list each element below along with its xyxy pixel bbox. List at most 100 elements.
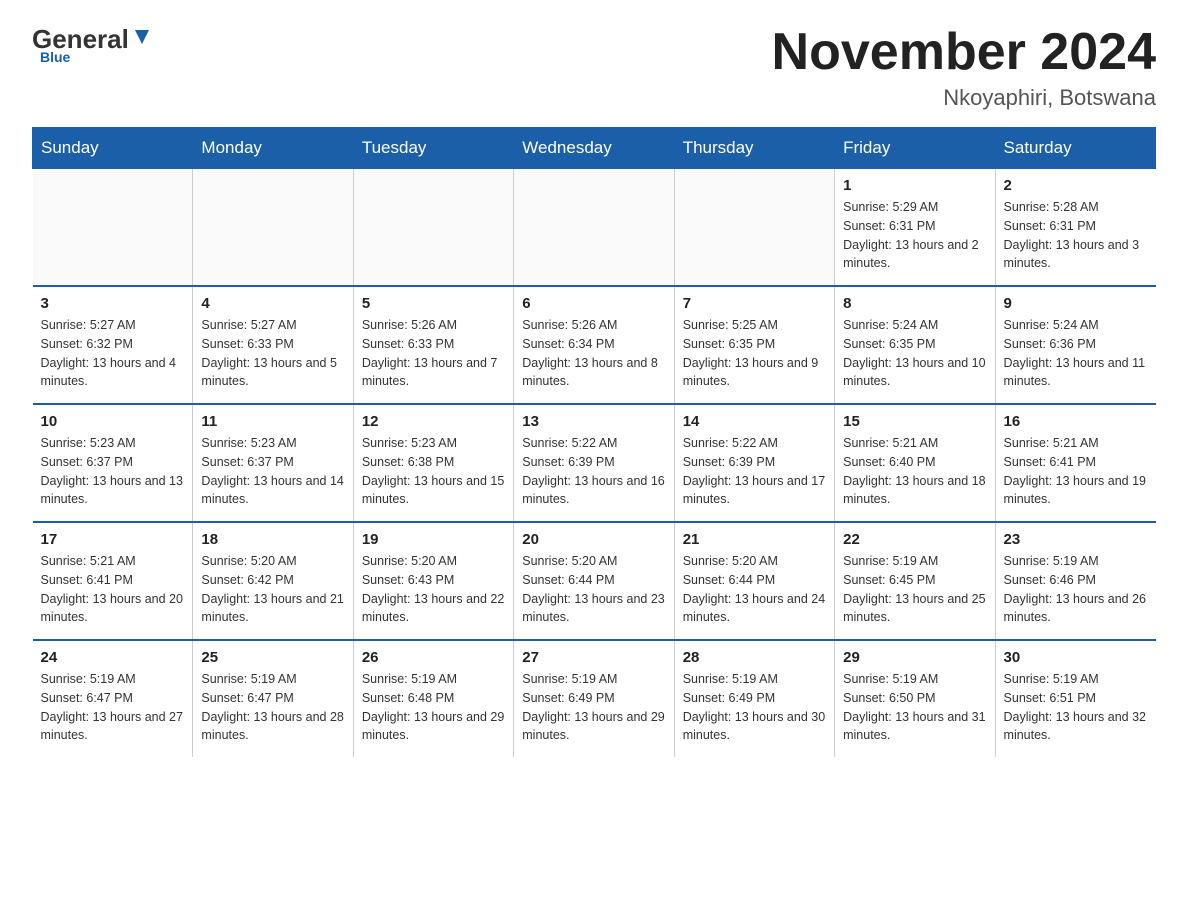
day-number: 22 bbox=[843, 531, 986, 548]
day-info: Sunrise: 5:29 AMSunset: 6:31 PMDaylight:… bbox=[843, 198, 986, 273]
day-cell: 3 Sunrise: 5:27 AMSunset: 6:32 PMDaylight… bbox=[33, 286, 193, 404]
day-number: 21 bbox=[683, 531, 826, 548]
day-cell: 2 Sunrise: 5:28 AMSunset: 6:31 PMDaylight… bbox=[995, 169, 1155, 287]
day-info: Sunrise: 5:26 AMSunset: 6:33 PMDaylight:… bbox=[362, 316, 505, 391]
day-info: Sunrise: 5:28 AMSunset: 6:31 PMDaylight:… bbox=[1004, 198, 1148, 273]
day-info: Sunrise: 5:20 AMSunset: 6:43 PMDaylight:… bbox=[362, 552, 505, 627]
day-cell: 30 Sunrise: 5:19 AMSunset: 6:51 PMDayligh… bbox=[995, 640, 1155, 757]
day-cell: 10 Sunrise: 5:23 AMSunset: 6:37 PMDayligh… bbox=[33, 404, 193, 522]
day-cell: 22Sunrise: 5:19 AMSunset: 6:45 PMDayligh… bbox=[835, 522, 995, 640]
day-number: 16 bbox=[1004, 413, 1148, 430]
day-number: 19 bbox=[362, 531, 505, 548]
day-info: Sunrise: 5:19 AMSunset: 6:46 PMDaylight:… bbox=[1004, 552, 1148, 627]
day-info: Sunrise: 5:24 AMSunset: 6:35 PMDaylight:… bbox=[843, 316, 986, 391]
day-number: 12 bbox=[362, 413, 505, 430]
calendar-subtitle: Nkoyaphiri, Botswana bbox=[772, 85, 1156, 111]
day-cell: 23 Sunrise: 5:19 AMSunset: 6:46 PMDayligh… bbox=[995, 522, 1155, 640]
day-info: Sunrise: 5:23 AMSunset: 6:37 PMDaylight:… bbox=[41, 434, 185, 509]
logo: General Blue bbox=[32, 24, 153, 67]
day-number: 25 bbox=[201, 649, 344, 666]
day-number: 26 bbox=[362, 649, 505, 666]
day-cell: 24Sunrise: 5:19 AMSunset: 6:47 PMDayligh… bbox=[33, 640, 193, 757]
day-number: 7 bbox=[683, 295, 826, 312]
col-friday: Friday bbox=[835, 128, 995, 169]
day-number: 13 bbox=[522, 413, 665, 430]
day-info: Sunrise: 5:27 AMSunset: 6:33 PMDaylight:… bbox=[201, 316, 344, 391]
day-info: Sunrise: 5:26 AMSunset: 6:34 PMDaylight:… bbox=[522, 316, 665, 391]
day-info: Sunrise: 5:23 AMSunset: 6:37 PMDaylight:… bbox=[201, 434, 344, 509]
logo-triangle-icon bbox=[131, 26, 153, 48]
day-cell: 12 Sunrise: 5:23 AMSunset: 6:38 PMDayligh… bbox=[353, 404, 513, 522]
calendar-table: Sunday Monday Tuesday Wednesday Thursday… bbox=[32, 127, 1156, 757]
day-number: 1 bbox=[843, 177, 986, 194]
day-cell: 5 Sunrise: 5:26 AMSunset: 6:33 PMDaylight… bbox=[353, 286, 513, 404]
day-info: Sunrise: 5:23 AMSunset: 6:38 PMDaylight:… bbox=[362, 434, 505, 509]
day-cell: 28 Sunrise: 5:19 AMSunset: 6:49 PMDayligh… bbox=[674, 640, 834, 757]
day-number: 24 bbox=[41, 649, 185, 666]
day-cell bbox=[193, 169, 353, 287]
day-number: 17 bbox=[41, 531, 185, 548]
day-info: Sunrise: 5:25 AMSunset: 6:35 PMDaylight:… bbox=[683, 316, 826, 391]
day-number: 14 bbox=[683, 413, 826, 430]
day-cell: 19 Sunrise: 5:20 AMSunset: 6:43 PMDayligh… bbox=[353, 522, 513, 640]
day-number: 20 bbox=[522, 531, 665, 548]
day-number: 10 bbox=[41, 413, 185, 430]
day-number: 15 bbox=[843, 413, 986, 430]
day-cell: 21 Sunrise: 5:20 AMSunset: 6:44 PMDayligh… bbox=[674, 522, 834, 640]
day-number: 5 bbox=[362, 295, 505, 312]
day-cell: 8 Sunrise: 5:24 AMSunset: 6:35 PMDaylight… bbox=[835, 286, 995, 404]
day-cell: 29Sunrise: 5:19 AMSunset: 6:50 PMDayligh… bbox=[835, 640, 995, 757]
day-info: Sunrise: 5:19 AMSunset: 6:47 PMDaylight:… bbox=[201, 670, 344, 745]
day-info: Sunrise: 5:21 AMSunset: 6:41 PMDaylight:… bbox=[41, 552, 185, 627]
day-cell: 6 Sunrise: 5:26 AMSunset: 6:34 PMDaylight… bbox=[514, 286, 674, 404]
day-number: 3 bbox=[41, 295, 185, 312]
day-number: 29 bbox=[843, 649, 986, 666]
day-cell: 27 Sunrise: 5:19 AMSunset: 6:49 PMDayligh… bbox=[514, 640, 674, 757]
day-cell: 9Sunrise: 5:24 AMSunset: 6:36 PMDaylight… bbox=[995, 286, 1155, 404]
day-number: 2 bbox=[1004, 177, 1148, 194]
day-number: 28 bbox=[683, 649, 826, 666]
logo-blue-text: Blue bbox=[40, 49, 70, 65]
day-info: Sunrise: 5:20 AMSunset: 6:44 PMDaylight:… bbox=[522, 552, 665, 627]
day-info: Sunrise: 5:21 AMSunset: 6:40 PMDaylight:… bbox=[843, 434, 986, 509]
day-number: 11 bbox=[201, 413, 344, 430]
day-info: Sunrise: 5:22 AMSunset: 6:39 PMDaylight:… bbox=[683, 434, 826, 509]
title-block: November 2024 Nkoyaphiri, Botswana bbox=[772, 24, 1156, 111]
week-row-3: 10 Sunrise: 5:23 AMSunset: 6:37 PMDayligh… bbox=[33, 404, 1156, 522]
day-info: Sunrise: 5:19 AMSunset: 6:49 PMDaylight:… bbox=[522, 670, 665, 745]
day-info: Sunrise: 5:20 AMSunset: 6:44 PMDaylight:… bbox=[683, 552, 826, 627]
week-row-5: 24 Sunrise: 5:19 AMSunset: 6:47 PMDayligh… bbox=[33, 640, 1156, 757]
day-cell: 16 Sunrise: 5:21 AMSunset: 6:41 PMDayligh… bbox=[995, 404, 1155, 522]
day-cell bbox=[33, 169, 193, 287]
day-number: 6 bbox=[522, 295, 665, 312]
day-number: 30 bbox=[1004, 649, 1148, 666]
day-cell: 7 Sunrise: 5:25 AMSunset: 6:35 PMDaylight… bbox=[674, 286, 834, 404]
day-cell bbox=[353, 169, 513, 287]
day-cell: 20 Sunrise: 5:20 AMSunset: 6:44 PMDayligh… bbox=[514, 522, 674, 640]
day-number: 27 bbox=[522, 649, 665, 666]
day-info: Sunrise: 5:19 AMSunset: 6:49 PMDaylight:… bbox=[683, 670, 826, 745]
col-thursday: Thursday bbox=[674, 128, 834, 169]
day-info: Sunrise: 5:21 AMSunset: 6:41 PMDaylight:… bbox=[1004, 434, 1148, 509]
day-info: Sunrise: 5:22 AMSunset: 6:39 PMDaylight:… bbox=[522, 434, 665, 509]
day-info: Sunrise: 5:27 AMSunset: 6:32 PMDaylight:… bbox=[41, 316, 185, 391]
day-cell: 17 Sunrise: 5:21 AMSunset: 6:41 PMDayligh… bbox=[33, 522, 193, 640]
day-cell: 26 Sunrise: 5:19 AMSunset: 6:48 PMDayligh… bbox=[353, 640, 513, 757]
week-row-2: 3 Sunrise: 5:27 AMSunset: 6:32 PMDaylight… bbox=[33, 286, 1156, 404]
day-info: Sunrise: 5:19 AMSunset: 6:51 PMDaylight:… bbox=[1004, 670, 1148, 745]
day-cell: 11 Sunrise: 5:23 AMSunset: 6:37 PMDayligh… bbox=[193, 404, 353, 522]
col-wednesday: Wednesday bbox=[514, 128, 674, 169]
day-number: 23 bbox=[1004, 531, 1148, 548]
day-cell: 25 Sunrise: 5:19 AMSunset: 6:47 PMDayligh… bbox=[193, 640, 353, 757]
page-header: General Blue November 2024 Nkoyaphiri, B… bbox=[32, 24, 1156, 111]
col-sunday: Sunday bbox=[33, 128, 193, 169]
day-cell: 15 Sunrise: 5:21 AMSunset: 6:40 PMDayligh… bbox=[835, 404, 995, 522]
day-cell: 1 Sunrise: 5:29 AMSunset: 6:31 PMDaylight… bbox=[835, 169, 995, 287]
day-number: 4 bbox=[201, 295, 344, 312]
day-info: Sunrise: 5:19 AMSunset: 6:48 PMDaylight:… bbox=[362, 670, 505, 745]
day-number: 8 bbox=[843, 295, 986, 312]
col-monday: Monday bbox=[193, 128, 353, 169]
day-cell: 4 Sunrise: 5:27 AMSunset: 6:33 PMDaylight… bbox=[193, 286, 353, 404]
day-cell: 13 Sunrise: 5:22 AMSunset: 6:39 PMDayligh… bbox=[514, 404, 674, 522]
day-number: 18 bbox=[201, 531, 344, 548]
